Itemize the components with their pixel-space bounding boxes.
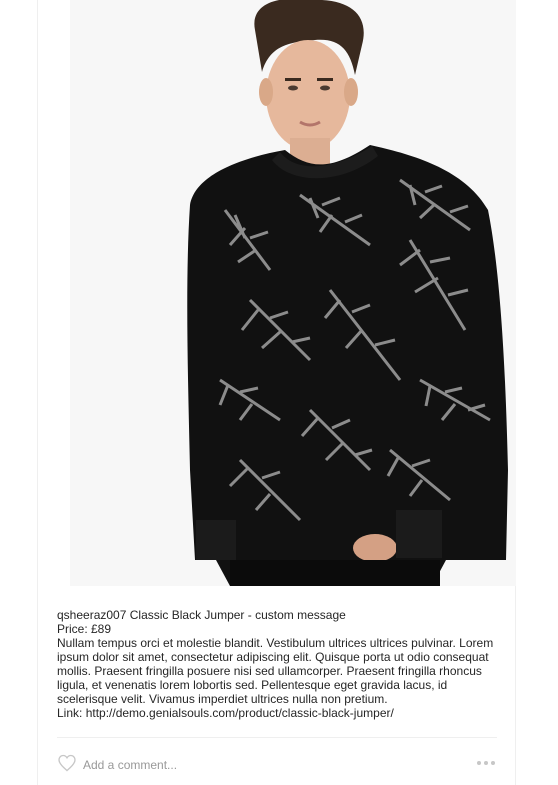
price-line: Price: £89 <box>57 622 112 636</box>
divider <box>57 737 497 738</box>
ellipsis-icon[interactable] <box>475 754 497 772</box>
post-title: Classic Black Jumper - custom message <box>129 608 346 622</box>
jumper-photo <box>70 0 516 586</box>
username[interactable]: qsheeraz007 <box>57 608 126 622</box>
heart-outline-icon[interactable] <box>57 753 77 773</box>
link-prefix: Link: <box>57 706 86 720</box>
post-caption: qsheeraz007 Classic Black Jumper - custo… <box>57 608 497 720</box>
comment-bar <box>57 750 497 778</box>
post-description: Nullam tempus orci et molestie blandit. … <box>57 636 494 706</box>
caption-title-line: qsheeraz007 Classic Black Jumper - custo… <box>57 608 497 622</box>
post-image[interactable] <box>70 0 516 586</box>
comment-input[interactable] <box>83 756 443 774</box>
link-line: Link: http://demo.genialsouls.com/produc… <box>57 706 497 720</box>
product-link[interactable]: http://demo.genialsouls.com/product/clas… <box>86 706 394 720</box>
